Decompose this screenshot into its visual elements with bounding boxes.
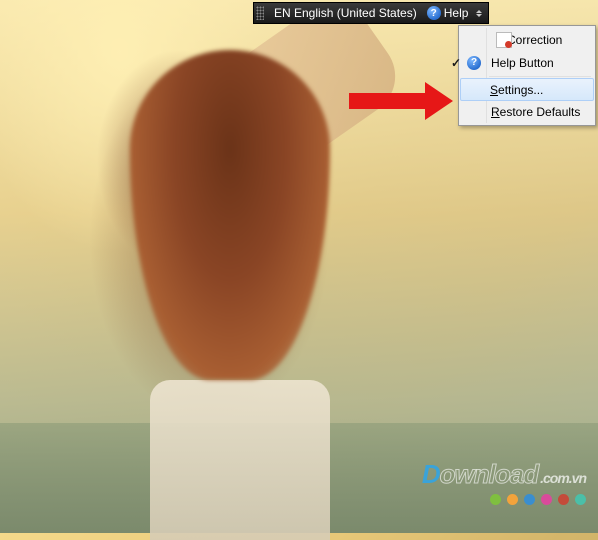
menu-separator [489,76,591,77]
menu-item-restore-defaults[interactable]: Restore Defaults [461,100,593,123]
help-icon: ? [466,55,482,71]
language-selector[interactable]: EN English (United States) [268,6,423,20]
toolbar-grip[interactable] [256,6,264,20]
menu-item-label: Correction [507,33,562,47]
help-button[interactable]: ? Help [423,6,473,20]
annotation-arrow [349,82,459,118]
correction-icon [496,32,512,48]
menu-item-label: Settings... [490,83,543,97]
dot [558,494,569,505]
menu-item-label: Restore Defaults [491,105,580,119]
dot [524,494,535,505]
dot [507,494,518,505]
menu-item-label: Help Button [491,56,554,70]
dot [575,494,586,505]
language-toolbar: EN English (United States) ? Help [253,2,489,24]
dot [541,494,552,505]
menu-item-correction[interactable]: Correction [461,28,593,51]
menu-item-help-button[interactable]: ? Help Button [461,51,593,74]
chevron-up-icon [476,10,482,13]
watermark: Download.com.vn [422,459,586,505]
help-label: Help [444,6,469,20]
toolbar-options-button[interactable] [472,10,486,17]
watermark-dots [422,494,586,505]
help-icon: ? [427,6,441,20]
watermark-text: Download.com.vn [422,459,586,490]
language-label: EN English (United States) [274,6,417,20]
dot [490,494,501,505]
menu-item-settings[interactable]: Settings... [460,78,594,101]
toolbar-options-menu: Correction ? Help Button Settings... Res… [458,25,596,126]
check-icon [449,55,463,71]
chevron-down-icon [476,14,482,17]
